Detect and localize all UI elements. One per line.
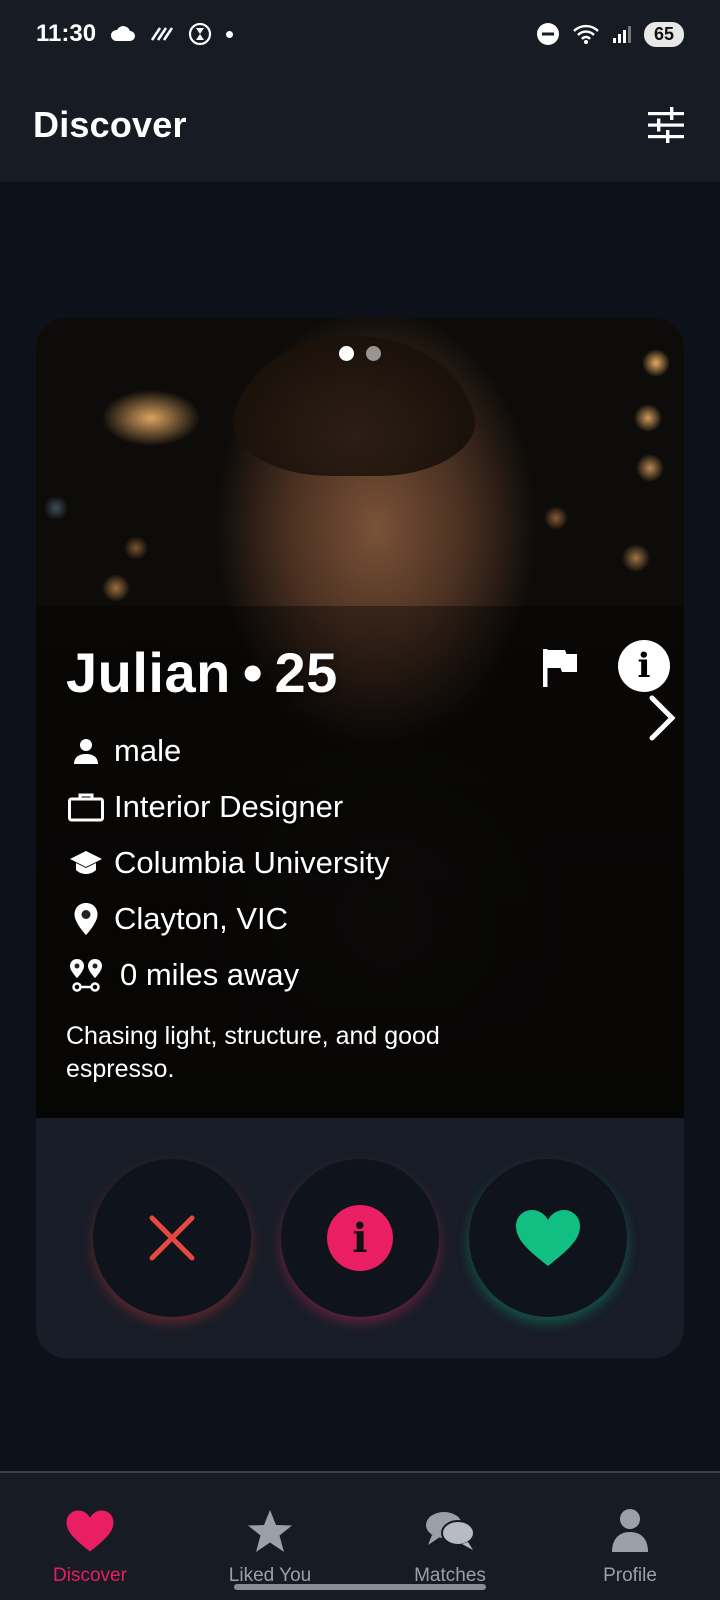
photo-dot-active[interactable] [339, 346, 354, 361]
battery-indicator: 65 [644, 21, 684, 47]
cloud-icon [110, 25, 136, 43]
dnd-icon [536, 22, 560, 46]
profile-info-button[interactable]: i [618, 640, 670, 692]
status-time: 11:30 [36, 20, 97, 47]
filter-button[interactable] [646, 105, 686, 145]
detail-location: Clayton, VIC [66, 891, 666, 947]
bottom-nav: Discover Liked You Matches Profile [0, 1471, 720, 1600]
dot-icon [226, 30, 234, 38]
name-row: Julian • 25 i [66, 640, 676, 741]
like-button[interactable] [469, 1159, 627, 1317]
briefcase-icon [66, 787, 106, 827]
person-icon [66, 731, 106, 771]
reject-button[interactable] [93, 1159, 251, 1317]
job-text: Interior Designer [114, 789, 344, 824]
star-icon [248, 1510, 292, 1552]
nav-item-matches[interactable]: Matches [360, 1473, 540, 1600]
profile-age: 25 [274, 641, 338, 704]
report-button[interactable] [540, 646, 580, 690]
signal-icon [612, 24, 632, 44]
info-icon: i [327, 1205, 393, 1271]
hourglass-icon [188, 22, 212, 46]
location-pin-icon [66, 899, 106, 939]
flag-icon [543, 649, 577, 687]
name-separator: • [242, 641, 263, 704]
route-icon [66, 955, 106, 995]
gesture-bar[interactable] [234, 1584, 486, 1590]
nav-item-liked-you[interactable]: Liked You [180, 1473, 360, 1600]
action-bar: i [36, 1118, 684, 1358]
page-title: Discover [33, 104, 187, 145]
nav-item-profile[interactable]: Profile [540, 1473, 720, 1600]
user-icon [612, 1509, 648, 1552]
wifi-icon [572, 23, 600, 45]
profile-name: Julian [66, 641, 231, 704]
info-icon: i [637, 646, 651, 686]
detail-gender: male [66, 723, 666, 779]
chat-icon [426, 1512, 475, 1550]
nav-item-discover[interactable]: Discover [0, 1473, 180, 1600]
detail-distance: 0 miles away [66, 947, 666, 1003]
school-text: Columbia University [114, 845, 390, 880]
gender-text: male [114, 733, 182, 768]
sliders-icon [648, 107, 684, 143]
location-text: Clayton, VIC [114, 901, 289, 936]
graduation-cap-icon [66, 843, 106, 883]
nav-label: Profile [603, 1565, 657, 1586]
photo-dot[interactable] [366, 346, 381, 361]
app-header: Discover [0, 68, 720, 182]
detail-school: Columbia University [66, 835, 666, 891]
status-bar: 11:30 65 [0, 0, 720, 68]
photo-pager [36, 346, 684, 361]
nav-label: Discover [53, 1565, 127, 1586]
info-button[interactable]: i [281, 1159, 439, 1317]
detail-job: Interior Designer [66, 779, 666, 835]
profile-card[interactable]: Julian • 25 i male Interior Designer Col… [36, 318, 684, 1358]
close-icon [149, 1215, 195, 1261]
distance-text: 0 miles away [120, 957, 300, 992]
profile-bio: Chasing light, structure, and good espre… [66, 1022, 440, 1083]
heart-icon [66, 1510, 114, 1552]
data-saver-icon [150, 26, 174, 42]
profile-details: male Interior Designer Columbia Universi… [66, 723, 666, 1003]
heart-icon [516, 1210, 580, 1266]
